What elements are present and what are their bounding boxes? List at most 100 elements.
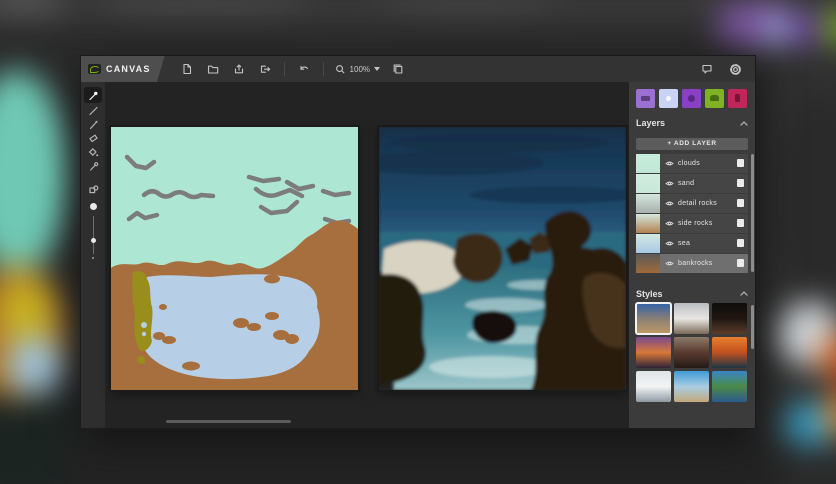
slider-handle[interactable] xyxy=(90,238,96,243)
layer-row-sand[interactable]: sand xyxy=(636,173,748,193)
open-file-button[interactable] xyxy=(201,58,225,80)
export-button[interactable] xyxy=(253,58,277,80)
layers-collapse-button[interactable] xyxy=(740,120,748,126)
import-icon xyxy=(234,64,243,74)
layer-name: side rocks xyxy=(678,219,713,227)
material-swatch-5[interactable] xyxy=(728,89,747,108)
material-glyph-icon xyxy=(710,95,719,101)
styles-scrollbar[interactable] xyxy=(751,304,754,349)
backdrop-blob xyxy=(59,441,781,484)
backdrop-blob xyxy=(6,335,62,395)
delete-layer-icon[interactable] xyxy=(737,159,744,167)
layer-thumbnail xyxy=(636,253,660,273)
style-option-beach[interactable] xyxy=(674,370,709,402)
layers-scrollbar[interactable] xyxy=(751,153,754,272)
style-option-sunset-mountains[interactable] xyxy=(636,336,671,368)
styles-grid xyxy=(635,301,754,402)
material-swatch-4[interactable] xyxy=(705,89,724,108)
layer-thumbnail xyxy=(636,233,660,253)
layer-row-sea[interactable]: sea xyxy=(636,233,748,253)
layer-thumbnail xyxy=(636,193,660,213)
style-option-mountain-lake[interactable] xyxy=(712,370,747,402)
tool-paint-brush[interactable] xyxy=(84,87,102,103)
material-swatch-1[interactable] xyxy=(636,89,655,108)
style-option-dark-rock[interactable] xyxy=(712,302,747,334)
delete-layer-icon[interactable] xyxy=(737,239,744,247)
material-glyph-icon xyxy=(641,96,650,101)
open-folder-icon xyxy=(207,65,218,74)
layer-row-detail-rocks[interactable]: detail rocks xyxy=(636,193,748,213)
settings-button[interactable] xyxy=(723,58,747,80)
visibility-eye-icon[interactable] xyxy=(665,260,674,267)
style-option-cloudy-mountain[interactable] xyxy=(674,302,709,334)
render-canvas[interactable] xyxy=(379,127,626,390)
export-icon xyxy=(260,65,270,73)
new-file-icon xyxy=(182,63,191,75)
tool-line[interactable] xyxy=(84,104,102,117)
pages-icon xyxy=(393,64,403,74)
tool-shapes[interactable] xyxy=(84,183,102,196)
undo-icon xyxy=(299,65,308,70)
delete-layer-icon[interactable] xyxy=(737,219,744,227)
style-option-dark-peak[interactable] xyxy=(674,336,709,368)
brush-size-indicator xyxy=(89,203,97,210)
import-button[interactable] xyxy=(227,58,251,80)
tool-rail xyxy=(81,82,105,428)
material-swatch-3[interactable] xyxy=(682,89,701,108)
undo-button[interactable] xyxy=(292,58,316,80)
layer-row-side-rocks[interactable]: side rocks xyxy=(636,213,748,233)
material-swatches xyxy=(636,89,748,108)
layer-name: sea xyxy=(678,239,691,247)
layer-row-bankrocks[interactable]: bankrocks xyxy=(636,253,748,273)
app-title: CANVAS xyxy=(106,64,151,74)
visibility-eye-icon[interactable] xyxy=(665,160,674,167)
nvidia-logo-icon xyxy=(88,64,101,74)
style-option-desert-blue-sky[interactable] xyxy=(635,301,672,335)
delete-layer-icon[interactable] xyxy=(737,259,744,267)
panels-button[interactable] xyxy=(386,58,410,80)
visibility-eye-icon[interactable] xyxy=(665,220,674,227)
visibility-eye-icon[interactable] xyxy=(665,180,674,187)
app-tab-canvas[interactable]: CANVAS xyxy=(81,56,165,82)
eyedropper-icon xyxy=(89,162,98,171)
visibility-eye-icon[interactable] xyxy=(665,240,674,247)
horizontal-scrollbar[interactable] xyxy=(166,420,291,423)
delete-layer-icon[interactable] xyxy=(737,179,744,187)
main-content: Layers + ADD LAYER clouds sand detail ro… xyxy=(81,82,755,428)
tool-fill-bucket[interactable] xyxy=(84,146,102,159)
style-option-ocean-sunset[interactable] xyxy=(712,336,747,368)
visibility-eye-icon[interactable] xyxy=(665,200,674,207)
rendered-seascape xyxy=(379,127,626,390)
brush-size-slider[interactable] xyxy=(90,216,97,259)
slider-track xyxy=(92,216,94,254)
add-layer-button[interactable]: + ADD LAYER xyxy=(636,137,748,150)
tool-pencil[interactable] xyxy=(84,118,102,131)
layer-thumbnail xyxy=(636,153,660,173)
style-option-foggy-mountains[interactable] xyxy=(636,370,671,402)
file-actions: 100% xyxy=(175,58,410,80)
chat-bubble-icon xyxy=(702,64,712,74)
new-file-button[interactable] xyxy=(175,58,199,80)
pencil-icon xyxy=(89,120,97,130)
feedback-button[interactable] xyxy=(695,58,719,80)
layer-thumbnail xyxy=(636,213,660,233)
zoom-level-value: 100% xyxy=(349,64,371,74)
top-toolbar: CANVAS 100% xyxy=(81,56,755,82)
line-tool-icon xyxy=(88,106,98,116)
tool-eyedropper[interactable] xyxy=(84,160,102,173)
eraser-icon xyxy=(88,134,98,143)
zoom-control[interactable]: 100% xyxy=(331,64,384,75)
layer-row-clouds[interactable]: clouds xyxy=(636,153,748,173)
material-swatch-2[interactable] xyxy=(659,89,678,108)
tool-eraser[interactable] xyxy=(84,132,102,145)
painting-artwork xyxy=(111,127,358,390)
painting-canvas[interactable] xyxy=(111,127,358,390)
delete-layer-icon[interactable] xyxy=(737,199,744,207)
layers-list: clouds sand detail rocks side rocks sea … xyxy=(636,153,754,273)
material-glyph-icon xyxy=(666,96,671,101)
water-paint xyxy=(135,274,320,380)
chevron-up-icon xyxy=(740,120,748,126)
layers-title: Layers xyxy=(636,118,666,128)
chevron-down-icon xyxy=(374,67,381,71)
styles-collapse-button[interactable] xyxy=(740,291,748,296)
